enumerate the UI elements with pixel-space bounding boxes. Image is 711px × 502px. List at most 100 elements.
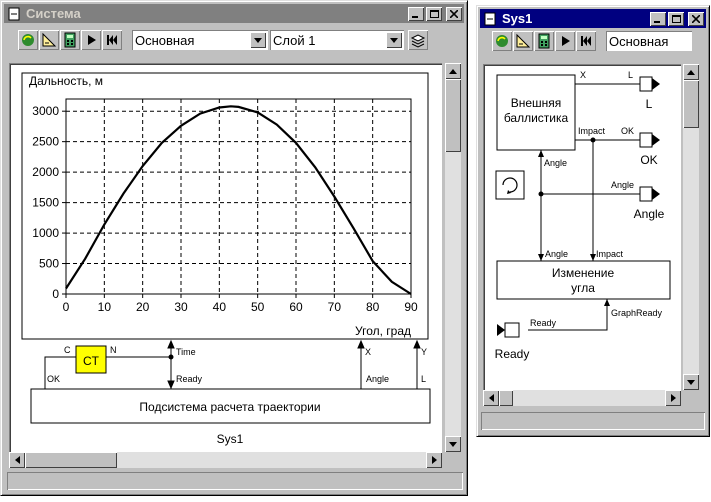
minimize-button[interactable] xyxy=(650,11,666,26)
x-tick-label: 0 xyxy=(63,300,70,314)
sys1-diagram-svg: Внешняя баллистика Изменение угла X Impa… xyxy=(495,70,671,361)
chart-ylabel: Дальность, м xyxy=(29,74,103,88)
x-tick-label: 40 xyxy=(213,300,227,314)
y-tick-label: 3000 xyxy=(32,104,59,118)
close-button[interactable] xyxy=(688,11,704,26)
x-tick-label: 10 xyxy=(98,300,112,314)
subsystem-name: Sys1 xyxy=(217,432,244,446)
layer-select-value: Основная xyxy=(609,33,669,49)
calculator-icon[interactable] xyxy=(60,30,80,50)
ruler-icon[interactable] xyxy=(39,30,59,50)
toolbar: Основная xyxy=(480,26,706,56)
scroll-left-icon[interactable] xyxy=(9,452,25,468)
rewind-icon[interactable] xyxy=(102,30,122,50)
output-ok-label: OK xyxy=(640,153,657,167)
signal-angle-out-label: Angle xyxy=(611,180,634,190)
x-tick-label: 30 xyxy=(174,300,188,314)
angle-block-label-1: Изменение xyxy=(552,266,615,280)
maximize-button[interactable] xyxy=(426,6,442,21)
calculator-icon[interactable] xyxy=(534,31,554,51)
scroll-down-icon[interactable] xyxy=(445,436,461,452)
horizontal-scroll-thumb[interactable] xyxy=(499,390,513,406)
x-tick-label: 60 xyxy=(289,300,303,314)
diagram-svg: Дальность, м Угол, град 0 10 20 30 40 50 60 70 8… xyxy=(21,72,431,446)
canvas-area[interactable]: Дальность, м Угол, град 0 10 20 30 40 50 60 70 8… xyxy=(9,63,442,452)
layer-select[interactable]: Основная xyxy=(606,31,692,51)
layer-select-value: Основная xyxy=(135,32,195,48)
vertical-scroll-thumb[interactable] xyxy=(445,79,461,152)
signal-ready-label: Ready xyxy=(530,318,557,328)
app-icon[interactable] xyxy=(6,6,22,22)
chevron-down-icon[interactable] xyxy=(386,32,402,48)
plot-area xyxy=(65,98,412,295)
layer-select[interactable]: Основная xyxy=(132,30,268,50)
minimize-button[interactable] xyxy=(408,6,424,21)
refresh-icon[interactable] xyxy=(492,31,512,51)
y-tick-label: 0 xyxy=(52,287,59,301)
scroll-up-icon[interactable] xyxy=(445,63,461,79)
status-bar xyxy=(481,412,705,430)
canvas-area[interactable]: Внешняя баллистика Изменение угла X Impa… xyxy=(483,64,681,390)
chevron-down-icon[interactable] xyxy=(250,32,266,48)
input-port-ready[interactable] xyxy=(497,322,520,338)
scroll-right-icon[interactable] xyxy=(665,390,681,406)
scroll-up-icon[interactable] xyxy=(683,64,699,80)
y-tick-label: 1500 xyxy=(32,196,59,210)
horizontal-scrollbar[interactable] xyxy=(483,390,681,406)
status-bar xyxy=(7,472,463,490)
x-tick-label: 70 xyxy=(328,300,342,314)
port-n-label: N xyxy=(110,345,117,355)
output-port-l[interactable] xyxy=(639,76,660,92)
app-icon[interactable] xyxy=(482,11,498,27)
chart-xlabel: Угол, град xyxy=(355,324,411,338)
toolbar: Основная Слой 1 xyxy=(4,25,464,55)
play-icon[interactable] xyxy=(555,31,575,51)
vertical-scrollbar[interactable] xyxy=(683,64,699,390)
angle-label: Angle xyxy=(366,374,389,384)
signal-impact-feedback-label: Impact xyxy=(596,249,624,259)
play-icon[interactable] xyxy=(81,30,101,50)
window-sys1: Sys1 Основная Внешняя баллистика Изменен… xyxy=(476,5,710,437)
ballistics-label-2: баллистика xyxy=(504,111,569,125)
y-label: Y xyxy=(421,347,427,357)
rewind-icon[interactable] xyxy=(576,31,596,51)
y-tick-label: 2000 xyxy=(32,165,59,179)
l-label: L xyxy=(421,374,426,384)
close-button[interactable] xyxy=(446,6,462,21)
output-port-ok[interactable] xyxy=(639,132,660,148)
port-l-wire-label: L xyxy=(628,70,633,80)
y-tick-label: 1000 xyxy=(32,226,59,240)
window-title: Sys1 xyxy=(502,11,533,26)
counter-block-label: CT xyxy=(83,354,100,368)
refresh-icon[interactable] xyxy=(18,30,38,50)
horizontal-scroll-thumb[interactable] xyxy=(25,452,117,468)
scroll-right-icon[interactable] xyxy=(426,452,442,468)
sublayer-select-value: Слой 1 xyxy=(273,32,316,48)
signal-graphready-label: GraphReady xyxy=(611,308,663,318)
timer-block[interactable] xyxy=(495,170,525,200)
output-port-angle[interactable] xyxy=(639,186,660,202)
x-tick-label: 90 xyxy=(404,300,418,314)
scroll-left-icon[interactable] xyxy=(483,390,499,406)
output-l-label: L xyxy=(646,97,653,111)
x-tick-label: 80 xyxy=(366,300,380,314)
x-tick-label: 20 xyxy=(136,300,150,314)
time-label: Time xyxy=(176,347,196,357)
sublayer-select[interactable]: Слой 1 xyxy=(270,30,404,50)
ballistics-label-1: Внешняя xyxy=(511,96,562,110)
x-label: X xyxy=(365,347,371,357)
ruler-icon[interactable] xyxy=(513,31,533,51)
input-ready-label: Ready xyxy=(495,347,530,361)
port-c-label: C xyxy=(64,345,71,355)
window-sistema-titlebar[interactable]: Система xyxy=(4,4,464,23)
horizontal-scrollbar[interactable] xyxy=(9,452,442,468)
maximize-button[interactable] xyxy=(668,11,684,26)
port-ok-label: OK xyxy=(47,374,60,384)
layers-icon[interactable] xyxy=(408,30,428,50)
angle-block-label-2: угла xyxy=(571,281,595,295)
subsystem-label: Подсистема расчета траектории xyxy=(139,400,320,414)
vertical-scroll-thumb[interactable] xyxy=(683,80,699,128)
vertical-scrollbar[interactable] xyxy=(445,63,461,452)
scroll-down-icon[interactable] xyxy=(683,374,699,390)
x-tick-label: 50 xyxy=(251,300,265,314)
